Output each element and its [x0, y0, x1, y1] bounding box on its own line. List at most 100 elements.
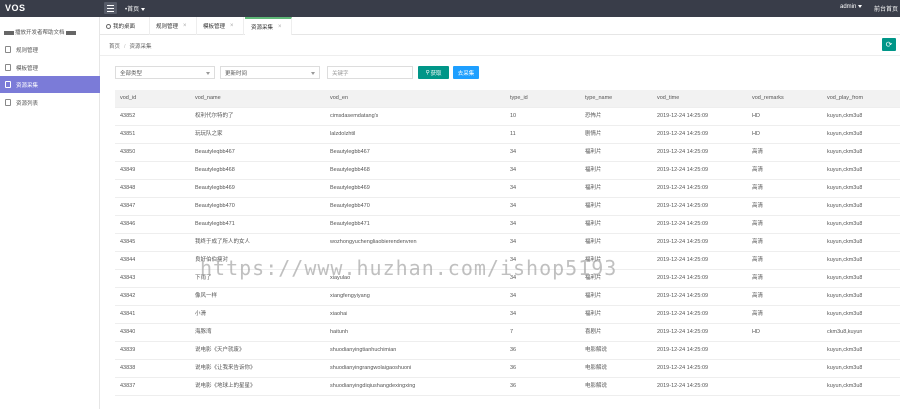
user-menu[interactable]: admin [840, 4, 863, 10]
sidebar-item-collect[interactable]: 资源采集 [0, 76, 100, 93]
frontend-home-link[interactable]: 前台首页 [874, 4, 898, 13]
table-cell-type_name: 电影解说 [585, 365, 608, 371]
table-cell-type_name: 喜剧片 [585, 329, 602, 335]
table-cell-type_id: 34 [510, 311, 517, 317]
tab-templates[interactable]: 模板管理 × [197, 17, 244, 35]
tab-label: 资源采集 [251, 25, 274, 31]
table-cell-vod_time: 2019-12-24 14:25:09 [657, 167, 709, 173]
table-cell-type_id: 34 [510, 239, 517, 245]
table-row: 43848 Beautylegbb469 Beautylegbb469 34 福利片 20… [115, 180, 900, 198]
table-cell-vod_name: 说电影《让我来告诉你》 [195, 365, 256, 371]
column-header[interactable]: type_id [510, 90, 528, 107]
top-select-label: •首页 [125, 7, 140, 13]
table-cell-vod_name: Beautylegbb471 [195, 221, 235, 227]
table-cell-vod_remarks: 高清 [752, 311, 764, 317]
keyword-input[interactable]: 关键字 [327, 66, 413, 79]
table-cell-vod_time: 2019-12-24 14:25:09 [657, 149, 709, 155]
top-bar: VOS •首页 admin 前台首页 [0, 0, 900, 17]
table-cell-vod_time: 2019-12-24 14:25:09 [657, 293, 709, 299]
table-cell-vod_play_from: kuyun,ckm3u8 [827, 221, 863, 227]
top-home-select[interactable]: •首页 [125, 4, 146, 13]
sidebar-item-resources[interactable]: 资源列表 [0, 94, 100, 111]
collect-button-label: 去采集 [457, 70, 475, 77]
column-header[interactable]: type_name [585, 90, 612, 107]
table-cell-vod_en: xiangfengyiyang [330, 293, 370, 299]
sidebar-item-templates[interactable]: 模板管理 [0, 59, 100, 76]
table-cell-type_id: 34 [510, 185, 517, 191]
sidebar-header-label: 播放开发者帮助文档 [15, 30, 65, 36]
table-row: 43841 小滑 xiaohai 34 福利片 2019-12-24 14:25:09 高清… [115, 306, 900, 324]
refresh-button[interactable]: ⟳ [882, 38, 896, 51]
breadcrumb-home[interactable]: 首页 [109, 44, 120, 50]
table-cell-vod_en: lalzdolzhtil [330, 131, 356, 137]
collect-button[interactable]: 去采集 [453, 66, 479, 79]
table-cell-vod_remarks: 高清 [752, 275, 764, 281]
table-cell-vod_remarks: 高清 [752, 239, 764, 245]
table-cell-type_name: 福利片 [585, 149, 602, 155]
table-cell-type_id: 36 [510, 365, 517, 371]
table-row: 43842 像风一样 xiangfengyiyang 34 福利片 2019-12-24 … [115, 288, 900, 306]
table-cell-type_id: 7 [510, 329, 514, 335]
table-cell-type_id: 34 [510, 149, 517, 155]
table-cell-type_id: 34 [510, 293, 517, 299]
table-cell-vod_time: 2019-12-24 14:25:09 [657, 131, 709, 137]
table-cell-vod_en: Beautylegbb467 [330, 149, 370, 155]
table-cell-vod_name: Beautylegbb468 [195, 167, 235, 173]
table-header-row: vod_id vod_name vod_en type_id type_name vod_… [115, 90, 900, 108]
table-cell-vod_remarks: HD [752, 131, 760, 137]
tab-collect[interactable]: 资源采集 × [245, 17, 292, 35]
table-cell-vod_name: 小滑 [195, 311, 207, 317]
table-cell-vod_remarks: 高清 [752, 221, 764, 227]
tab-desktop[interactable]: 我的桌面 [100, 17, 150, 35]
column-header[interactable]: vod_remarks [752, 90, 784, 107]
column-header[interactable]: vod_time [657, 90, 679, 107]
table-cell-vod_name: 说电影《地球上的星星》 [195, 383, 256, 389]
sidebar-item-label: 资源采集 [16, 82, 39, 89]
table-cell-type_name: 福利片 [585, 203, 602, 209]
table-cell-vod_name: Beautyleqbb467 [195, 149, 235, 155]
sidebar-item-rules[interactable]: 规则管理 [0, 41, 100, 58]
column-header[interactable]: vod_name [195, 90, 221, 107]
table-cell-vod_name: Beautylegbb470 [195, 203, 235, 209]
table-cell-type_name: 福利片 [585, 311, 602, 317]
table-cell-vod_en: shuodianyingdiqiushangdexingxing [330, 383, 416, 389]
search-button[interactable]: ⚲ 获取 [418, 66, 449, 79]
table-cell-vod_en: shuodianyingtianhuchimian [330, 347, 397, 353]
table-cell-vod_play_from: kuyun,ckm3u8 [827, 293, 863, 299]
table-row: 43840 海豚湾 haitunh 7 喜剧片 2019-12-24 14:25:09 HD… [115, 324, 900, 342]
sidebar-header[interactable]: 播放开发者帮助文档 [4, 28, 77, 36]
table-cell-type_id: 36 [510, 347, 517, 353]
table-cell-vod_name: 我终于成了所人的女人 [195, 239, 251, 245]
document-icon [5, 46, 11, 53]
column-header[interactable]: vod_en [330, 90, 348, 107]
table-cell-vod_id: 43847 [120, 203, 136, 209]
time-select[interactable]: 更新时间 [220, 66, 320, 79]
time-select-value: 更新时间 [225, 70, 248, 77]
table-cell-vod_remarks: HD [752, 329, 760, 335]
table-cell-type_name: 福利片 [585, 167, 602, 173]
watermark: https://www.huzhan.com/ishop5193 [200, 256, 618, 280]
column-header[interactable]: vod_id [120, 90, 136, 107]
table-cell-vod_remarks: 高清 [752, 257, 764, 263]
table-cell-vod_time: 2019-12-24 14:25:09 [657, 347, 709, 353]
close-icon[interactable]: × [278, 24, 282, 30]
table-cell-vod_play_from: kuyun,ckm3u8 [827, 275, 863, 281]
sidebar-item-label: 模板管理 [16, 65, 39, 72]
table-cell-vod_remarks: 高清 [752, 149, 764, 155]
table-row: 43838 说电影《让我来告诉你》 shuodianyingrangwolaigao… [115, 360, 900, 378]
tab-rules[interactable]: 规则管理 × [150, 17, 197, 35]
table-cell-vod_time: 2019-12-24 14:25:09 [657, 239, 709, 245]
close-icon[interactable]: × [230, 23, 234, 29]
table-row: 43837 说电影《地球上的星星》 shuodianyingdiqiushangde… [115, 378, 900, 396]
column-header[interactable]: vod_play_from [827, 90, 863, 107]
document-icon [5, 99, 11, 106]
table-cell-vod_remarks: 高清 [752, 167, 764, 173]
type-select[interactable]: 全部类型 [115, 66, 215, 79]
table-cell-vod_remarks: 高清 [752, 293, 764, 299]
search-icon: ⚲ [425, 69, 430, 76]
table-cell-vod_id: 43838 [120, 365, 136, 371]
tab-label: 我的桌面 [113, 24, 136, 30]
menu-toggle-icon[interactable] [104, 2, 117, 14]
close-icon[interactable]: × [183, 23, 187, 29]
table-cell-vod_id: 43844 [120, 257, 136, 263]
